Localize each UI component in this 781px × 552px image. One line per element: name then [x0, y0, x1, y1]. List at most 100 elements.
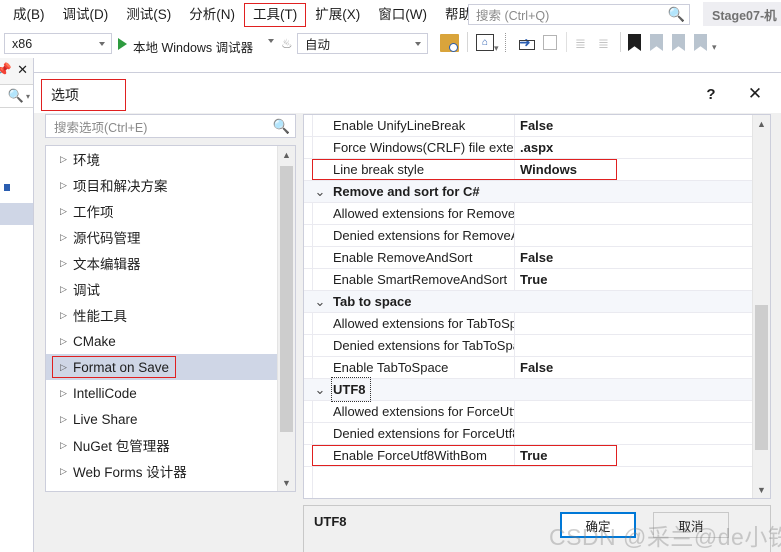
menu-item-2[interactable]: 测试(S)	[117, 3, 180, 27]
chevron-right-icon[interactable]: ▷	[60, 310, 73, 321]
grid-row-value[interactable]: False	[520, 115, 553, 136]
chevron-right-icon[interactable]: ▷	[60, 440, 73, 451]
grid-scrollbar[interactable]: ▲ ▼	[752, 115, 770, 498]
chevron-down-icon[interactable]: ▾	[494, 43, 499, 54]
menu-item-4[interactable]: 工具(T)	[244, 2, 307, 27]
tree-item-6[interactable]: ▷ 性能工具	[46, 302, 278, 328]
document-tab-stage07[interactable]: Stage07-机	[703, 2, 781, 26]
menu-item-3[interactable]: 分析(N)	[180, 3, 244, 27]
toolbar-overflow-icon[interactable]: ▾	[712, 42, 717, 53]
options-property-grid[interactable]: Enable UnifyLineBreak False Force Windows(…	[303, 114, 771, 499]
menu-item-0[interactable]: 成(B)	[4, 3, 54, 27]
platform-combo[interactable]: x86	[4, 33, 112, 54]
grid-property-row[interactable]: Enable RemoveAndSort False	[304, 247, 753, 269]
tree-scrollbar-thumb[interactable]	[280, 166, 293, 432]
start-debug-label[interactable]: 本地 Windows 调试器	[133, 37, 253, 56]
chevron-down-icon[interactable]: ▾	[26, 92, 30, 101]
tree-item-4[interactable]: ▷ 文本编辑器	[46, 250, 278, 276]
menu-item-1[interactable]: 调试(D)	[54, 3, 118, 27]
chevron-right-icon[interactable]: ▷	[60, 258, 73, 269]
tree-item-11[interactable]: ▷ NuGet 包管理器	[46, 432, 278, 458]
grid-category-row[interactable]: ⌄ Remove and sort for C#	[304, 181, 753, 203]
config-combo[interactable]: 自动	[297, 33, 428, 54]
options-search-input[interactable]: 搜索选项(Ctrl+E) 🔍	[45, 114, 296, 138]
play-icon[interactable]	[118, 38, 127, 50]
scroll-down-icon[interactable]: ▼	[753, 481, 770, 498]
chevron-down-icon[interactable]	[268, 39, 274, 43]
tree-item-label: 环境	[73, 153, 100, 168]
tree-item-label: IntelliCode	[73, 385, 137, 401]
grid-property-row[interactable]: Force Windows(CRLF) file extensio.aspx	[304, 137, 753, 159]
tool-window-selected-row[interactable]	[0, 203, 33, 225]
config-combo-value: 自动	[305, 38, 331, 52]
grid-category-row[interactable]: ⌄ Tab to space	[304, 291, 753, 313]
chevron-right-icon[interactable]: ▷	[60, 414, 73, 425]
tree-item-7[interactable]: ▷ CMake	[46, 328, 278, 354]
scroll-up-icon[interactable]: ▲	[278, 146, 295, 163]
grid-property-row[interactable]: Allowed extensions for RemoveAn	[304, 203, 753, 225]
home-icon[interactable]: ⌂	[476, 34, 494, 51]
tree-item-1[interactable]: ▷ 项目和解决方案	[46, 172, 278, 198]
chevron-right-icon[interactable]: ▷	[60, 206, 73, 217]
tool-window-search-row[interactable]: 🔍 ▾	[0, 84, 33, 108]
grid-property-row[interactable]: Enable TabToSpace False	[304, 357, 753, 379]
tree-scrollbar[interactable]: ▲ ▼	[277, 146, 295, 491]
grid-property-row[interactable]: Allowed extensions for TabToSpa	[304, 313, 753, 335]
grid-row-value[interactable]: Windows	[520, 159, 577, 180]
grid-row-value[interactable]: False	[520, 247, 553, 268]
grid-property-row[interactable]: Denied extensions for TabToSpac	[304, 335, 753, 357]
grid-property-row[interactable]: Denied extensions for ForceUtf8W	[304, 423, 753, 445]
grid-property-row[interactable]: Enable UnifyLineBreak False	[304, 115, 753, 137]
grid-row-value[interactable]: .aspx	[520, 137, 553, 158]
chevron-down-icon[interactable]: ⌄	[313, 379, 327, 400]
grid-property-row[interactable]: Denied extensions for RemoveAn	[304, 225, 753, 247]
grid-property-row[interactable]: Enable SmartRemoveAndSort True	[304, 269, 753, 291]
docked-tool-window: 📌 ✕ 🔍 ▾	[0, 58, 34, 552]
chevron-right-icon[interactable]: ▷	[60, 466, 73, 477]
tree-item-5[interactable]: ▷ 调试	[46, 276, 278, 302]
chevron-right-icon[interactable]: ▷	[60, 154, 73, 165]
grid-row-name: Denied extensions for TabToSpac	[333, 335, 515, 356]
grid-row-value[interactable]: True	[520, 269, 547, 290]
grid-property-row[interactable]: Line break style Windows	[304, 159, 753, 181]
chevron-right-icon[interactable]: ▷	[60, 180, 73, 191]
grid-property-row[interactable]: Enable ForceUtf8WithBom True	[304, 445, 753, 467]
tree-item-0[interactable]: ▷ 环境	[46, 146, 278, 172]
tree-item-13[interactable]: ▷Web 性能测试工具	[46, 484, 278, 493]
grid-row-value[interactable]: False	[520, 357, 553, 378]
tree-item-3[interactable]: ▷ 源代码管理	[46, 224, 278, 250]
tree-item-10[interactable]: ▷ Live Share	[46, 406, 278, 432]
tree-item-8[interactable]: ▷ Format on Save	[46, 354, 278, 380]
chevron-right-icon[interactable]: ▷	[60, 336, 73, 347]
vs-quick-search[interactable]: 搜索 (Ctrl+Q) 🔍	[468, 4, 690, 25]
scroll-up-icon[interactable]: ▲	[753, 115, 770, 132]
tree-item-9[interactable]: ▷ IntelliCode	[46, 380, 278, 406]
bookmark-icon[interactable]	[628, 34, 641, 51]
menu-item-6[interactable]: 窗口(W)	[369, 3, 436, 27]
grid-row-value[interactable]: True	[520, 445, 547, 466]
ok-button[interactable]: 确定	[560, 512, 636, 538]
search-icon[interactable]: 🔍	[8, 88, 24, 104]
chevron-right-icon[interactable]: ▷	[60, 232, 73, 243]
menu-item-5[interactable]: 扩展(X)	[306, 3, 369, 27]
cancel-button[interactable]: 取消	[653, 512, 729, 538]
close-icon[interactable]: ✕	[17, 62, 28, 78]
chevron-down-icon[interactable]: ⌄	[313, 291, 327, 312]
toolbar-drag-handle[interactable]	[505, 33, 516, 52]
tree-item-2[interactable]: ▷ 工作项	[46, 198, 278, 224]
chevron-right-icon[interactable]: ▷	[60, 284, 73, 295]
grid-category-row[interactable]: ⌄ UTF8	[304, 377, 753, 402]
grid-property-row[interactable]: Allowed extensions for ForceUtf8W	[304, 401, 753, 423]
pin-icon[interactable]: 📌	[0, 62, 12, 78]
scroll-down-icon[interactable]: ▼	[278, 474, 295, 491]
browser-search-icon[interactable]	[440, 34, 459, 52]
options-category-tree[interactable]: ▷ 环境 ▷ 项目和解决方案 ▷ 工作项 ▷ 源代码管理 ▷ 文本编辑器 ▷ 调试 ▷ 性能工具 ▷ CMak…	[45, 145, 296, 492]
chevron-right-icon[interactable]: ▷	[60, 492, 73, 493]
help-icon[interactable]: ?	[698, 82, 724, 106]
tree-item-12[interactable]: ▷ Web Forms 设计器	[46, 458, 278, 484]
grid-scrollbar-thumb[interactable]	[755, 305, 768, 450]
flame-icon[interactable]: ♨	[281, 36, 293, 52]
chevron-right-icon[interactable]: ▷	[60, 388, 73, 399]
close-icon[interactable]: ✕	[742, 82, 768, 106]
chevron-down-icon[interactable]: ⌄	[313, 181, 327, 202]
